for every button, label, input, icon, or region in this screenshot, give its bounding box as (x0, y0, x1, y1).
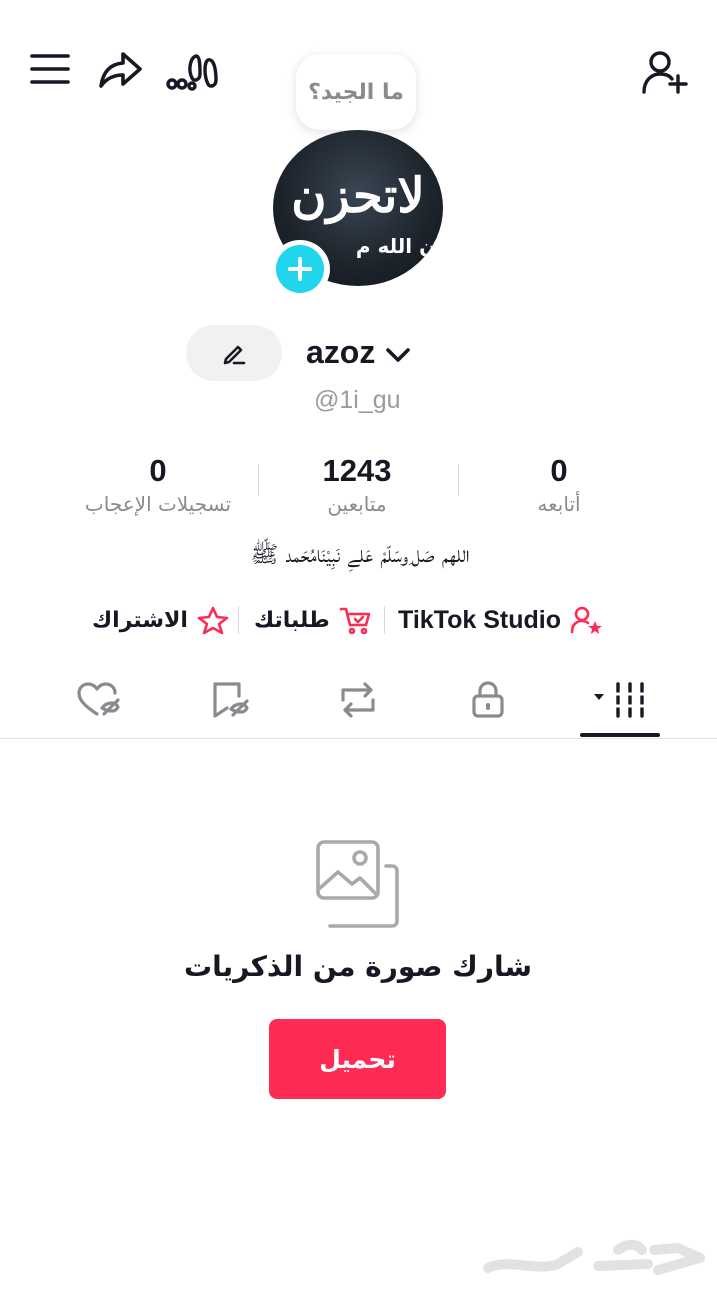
tab-favorites[interactable] (200, 672, 264, 728)
tab-liked[interactable] (66, 672, 130, 728)
note-bubble[interactable]: ما الجيد؟ (296, 54, 416, 130)
star-icon (196, 605, 230, 635)
note-text: ما الجيد؟ (308, 79, 404, 105)
tiktok-studio-link[interactable]: TikTok Studio (398, 600, 603, 640)
bio: اللهم صَل ِوسَلّمْ عَلےِ نَبِيْنَامُحَمد… (250, 542, 470, 568)
likes-label: تسجيلات الإعجاب (84, 492, 232, 516)
footprints-icon[interactable] (160, 48, 224, 100)
tab-videos[interactable] (578, 672, 662, 728)
subscription-link[interactable]: الاشتراك (92, 600, 230, 640)
videos-grid-icon (590, 680, 650, 720)
plus-icon (276, 245, 324, 293)
stat-likes[interactable]: 0 تسجيلات الإعجاب (58, 452, 258, 518)
followers-label: متابعين (327, 492, 387, 516)
chevron-down-icon[interactable] (384, 344, 412, 366)
orders-link[interactable]: طلباتك (254, 600, 372, 640)
photo-stack-icon (308, 836, 408, 932)
cart-icon (338, 605, 372, 635)
following-label: أتابعه (537, 492, 581, 516)
haraj-watermark-logo (478, 1228, 710, 1288)
tab-reposts[interactable] (326, 672, 390, 728)
upload-button[interactable]: تحميل (269, 1019, 446, 1099)
following-count: 0 (550, 453, 568, 488)
add-avatar-button[interactable] (270, 240, 330, 298)
link-divider (238, 606, 239, 634)
user-star-icon (569, 605, 603, 635)
active-tab-indicator (580, 733, 660, 737)
menu-icon[interactable] (26, 48, 74, 92)
heart-hidden-icon (75, 680, 121, 720)
share-icon[interactable] (96, 44, 148, 96)
orders-label: طلباتك (254, 607, 330, 633)
add-user-icon[interactable] (638, 48, 694, 100)
lock-icon (468, 680, 508, 720)
avatar-text-line1: لاتحزن (291, 168, 426, 224)
avatar-text-line2: ان الله م (355, 234, 443, 258)
likes-count: 0 (149, 453, 167, 488)
repost-icon (335, 680, 381, 720)
stat-following[interactable]: 0 أتابعه (459, 452, 659, 518)
followers-count: 1243 (322, 453, 392, 488)
username: @1i_gu (314, 386, 401, 414)
bookmark-hidden-icon (209, 680, 255, 720)
stat-followers[interactable]: 1243 متابعين (257, 452, 457, 518)
link-divider (384, 606, 385, 634)
tiktok-studio-label: TikTok Studio (398, 605, 561, 634)
empty-state-title: شارك صورة من الذكريات (183, 950, 533, 983)
tab-private[interactable] (456, 672, 520, 728)
display-name[interactable]: azoz (306, 334, 375, 371)
subscription-label: الاشتراك (92, 607, 188, 633)
tabs-divider (0, 738, 717, 739)
edit-profile-button[interactable] (186, 325, 282, 381)
pencil-icon (220, 339, 248, 367)
